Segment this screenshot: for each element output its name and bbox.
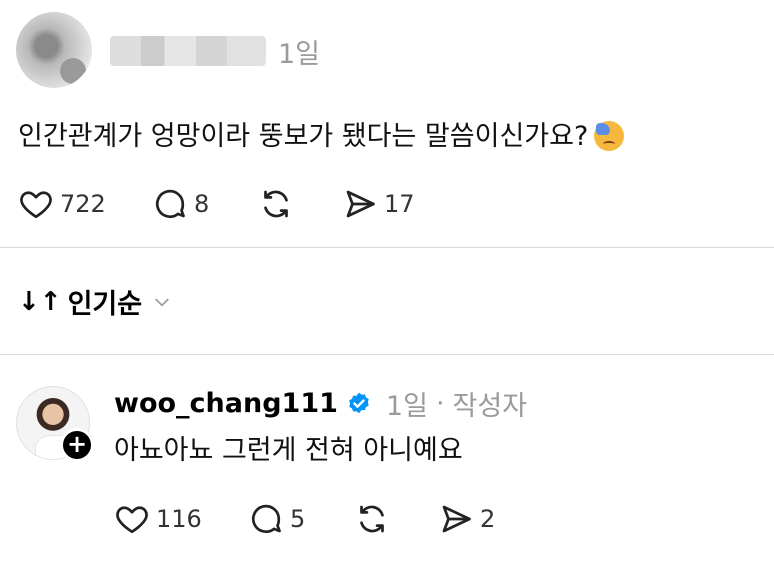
sort-dropdown[interactable]: ↓↑ 인기순 <box>18 282 172 321</box>
chevron-down-icon <box>155 298 169 306</box>
post-text: 인간관계가 엉망이라 뚱보가 됐다는 말씀이신가요? <box>18 121 589 152</box>
post-text-row: 인간관계가 엉망이라 뚱보가 됐다는 말씀이신가요? <box>18 114 625 153</box>
repost-button[interactable] <box>258 186 294 222</box>
reply-timestamp: 1일 <box>385 391 428 422</box>
sort-label: 인기순 <box>67 289 143 320</box>
sort-arrows-icon: ↓↑ <box>18 286 62 317</box>
blurred-username[interactable] <box>110 36 266 66</box>
like-button[interactable]: 722 <box>18 186 106 222</box>
like-count: 722 <box>60 190 106 218</box>
divider <box>0 354 774 355</box>
send-icon <box>346 190 375 218</box>
separator-dot: · <box>435 388 445 419</box>
share-count: 17 <box>384 190 415 218</box>
avatar[interactable] <box>16 12 92 88</box>
reply-header: woo_chang111 1일 · 작성자 <box>114 384 527 423</box>
follow-button[interactable]: + <box>60 428 94 462</box>
reply-share-button[interactable]: 2 <box>438 501 495 537</box>
reply-username[interactable]: woo_chang111 <box>114 388 338 419</box>
share-button[interactable]: 17 <box>342 186 415 222</box>
repost-icon <box>360 505 384 533</box>
heart-icon <box>20 191 52 219</box>
sweat-face-icon <box>594 121 625 151</box>
reply-like-count: 116 <box>156 505 202 533</box>
reply-share-count: 2 <box>480 505 496 533</box>
comment-count: 8 <box>194 190 210 218</box>
repost-icon <box>264 190 288 218</box>
send-icon <box>442 505 471 533</box>
comment-icon <box>155 189 185 219</box>
reply-text: 아뇨아뇨 그런게 전혀 아니예요 <box>114 435 463 466</box>
post-timestamp: 1일 <box>278 39 321 70</box>
verified-badge-icon <box>349 392 369 413</box>
reply-repost-button[interactable] <box>354 501 390 537</box>
comment-button[interactable]: 8 <box>152 186 209 222</box>
comment-icon <box>251 504 281 534</box>
author-tag: 작성자 <box>452 391 528 422</box>
heart-icon <box>116 506 148 534</box>
divider <box>0 247 774 248</box>
original-post: 1일 인간관계가 엉망이라 뚱보가 됐다는 말씀이신가요? 722 8 17 <box>0 0 774 248</box>
reply-like-button[interactable]: 116 <box>114 501 202 537</box>
reply-comment-button[interactable]: 5 <box>248 501 305 537</box>
reply-comment-count: 5 <box>290 505 306 533</box>
